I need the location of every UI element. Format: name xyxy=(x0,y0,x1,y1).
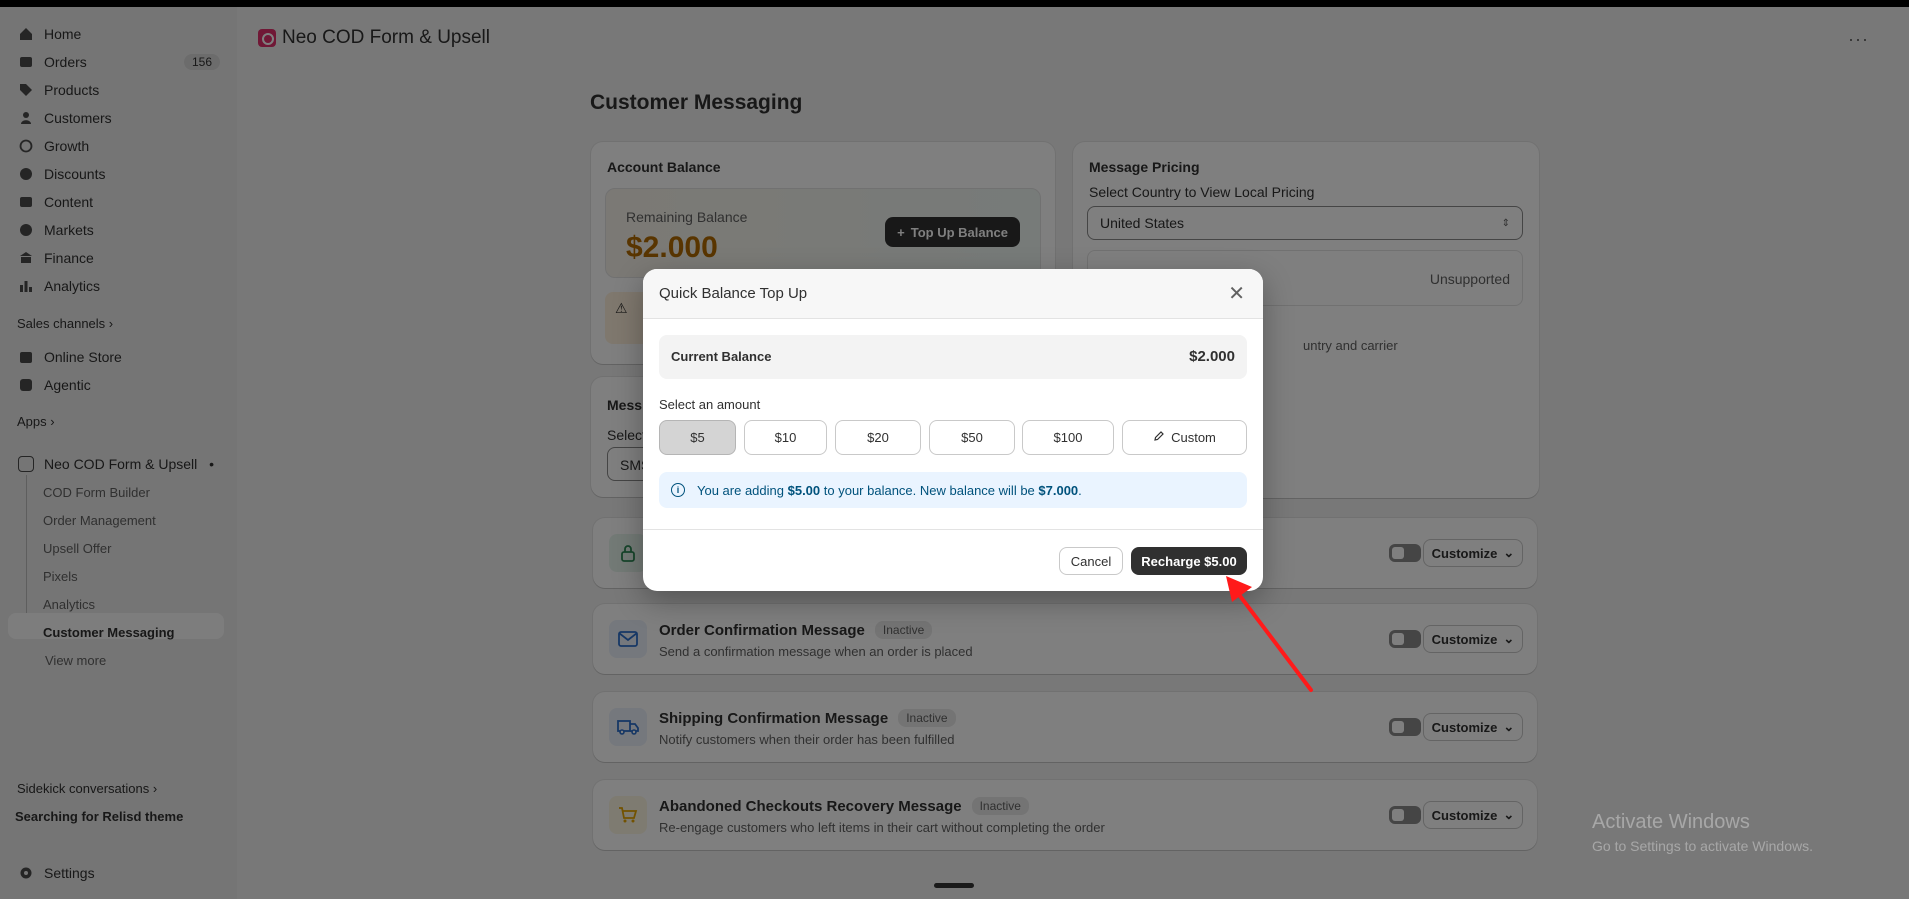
current-balance-label: Current Balance xyxy=(671,349,772,364)
recharge-button[interactable]: Recharge $5.00 xyxy=(1131,547,1247,575)
amount-label: $20 xyxy=(867,430,889,445)
watermark-line2: Go to Settings to activate Windows. xyxy=(1592,838,1813,854)
app-frame: Home Orders 156 Products Customers Growt… xyxy=(0,7,1909,899)
modal-header: Quick Balance Top Up ✕ xyxy=(643,269,1263,319)
current-balance-value: $2.000 xyxy=(1189,348,1235,365)
amount-label: $10 xyxy=(774,430,797,445)
cancel-label: Cancel xyxy=(1070,553,1112,569)
amount-5-button[interactable]: $5 xyxy=(659,420,736,455)
current-balance-row: Current Balance $2.000 xyxy=(659,335,1247,379)
custom-label: Custom xyxy=(1171,430,1216,445)
info-text: You are adding $5.00 to your balance. Ne… xyxy=(697,483,1082,498)
amount-100-button[interactable]: $100 xyxy=(1022,420,1114,455)
info-middle: to your balance. New balance will be xyxy=(820,482,1039,498)
close-icon[interactable]: ✕ xyxy=(1228,281,1245,306)
amount-50-button[interactable]: $50 xyxy=(929,420,1015,455)
select-amount-label: Select an amount xyxy=(659,397,761,412)
amount-label: $50 xyxy=(961,430,983,445)
scroll-handle[interactable] xyxy=(934,883,974,888)
modal-title: Quick Balance Top Up xyxy=(659,285,808,302)
modal-divider xyxy=(643,529,1263,530)
amount-10-button[interactable]: $10 xyxy=(744,420,827,455)
info-banner: i You are adding $5.00 to your balance. … xyxy=(659,472,1247,508)
windows-activation-watermark: Activate Windows Go to Settings to activ… xyxy=(1592,811,1813,854)
custom-amount-button[interactable]: Custom xyxy=(1122,420,1247,455)
amount-label: $100 xyxy=(1053,430,1083,445)
pencil-icon xyxy=(1153,430,1165,445)
amount-label: $5 xyxy=(690,430,705,445)
info-amount: $5.00 xyxy=(787,482,821,498)
info-icon: i xyxy=(671,483,685,497)
recharge-label: Recharge $5.00 xyxy=(1141,553,1237,569)
amount-20-button[interactable]: $20 xyxy=(835,420,921,455)
cancel-button[interactable]: Cancel xyxy=(1059,547,1123,575)
info-new-balance: $7.000 xyxy=(1038,482,1079,498)
watermark-line1: Activate Windows xyxy=(1592,811,1750,833)
quick-top-up-modal: Quick Balance Top Up ✕ Current Balance $… xyxy=(643,269,1263,591)
info-prefix: You are adding xyxy=(697,482,788,498)
info-suffix: . xyxy=(1078,482,1082,498)
